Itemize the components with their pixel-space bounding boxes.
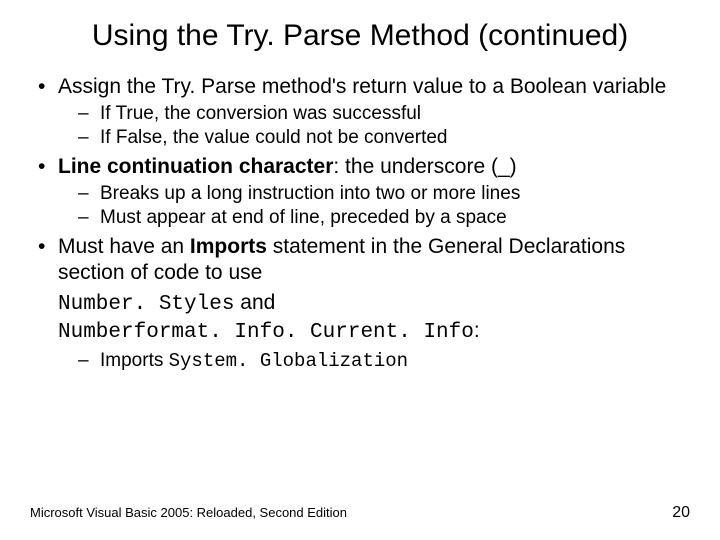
bullet-2-sub-1: Breaks up a long instruction into two or… xyxy=(78,182,690,206)
bullet-3-a: Must have an xyxy=(58,235,190,258)
code-numberstyles: Number. Styles xyxy=(58,293,234,316)
bullet-1-sub-1: If True, the conversion was successful xyxy=(78,102,690,126)
bullet-1-sub-2: If False, the value could not be convert… xyxy=(78,126,690,150)
bullet-3-b: Imports xyxy=(190,235,267,258)
footer-text: Microsoft Visual Basic 2005: Reloaded, S… xyxy=(30,505,347,520)
slide-body: Assign the Try. Parse method's return va… xyxy=(30,74,690,373)
bullet-2: Line continuation character: the undersc… xyxy=(30,154,690,230)
bullet-2-term: Line continuation character xyxy=(58,155,333,178)
code-system-globalization: System. Globalization xyxy=(169,350,408,372)
bullet-3-sub-prefix: Imports xyxy=(100,350,169,371)
bullet-1: Assign the Try. Parse method's return va… xyxy=(30,74,690,150)
code-numberformatinfo: Numberformat. Info. Current. Info xyxy=(58,321,474,344)
bullet-3-end: : xyxy=(474,319,480,342)
slide-title: Using the Try. Parse Method (continued) xyxy=(30,18,690,54)
page-number: 20 xyxy=(672,504,690,522)
bullet-3-code-block: Number. Styles and Numberformat. Info. C… xyxy=(30,290,690,373)
bullet-3-mid: and xyxy=(234,291,275,314)
bullet-2-rest: : the underscore (_) xyxy=(333,155,516,178)
slide-footer: Microsoft Visual Basic 2005: Reloaded, S… xyxy=(30,504,690,522)
bullet-3: Must have an Imports statement in the Ge… xyxy=(30,234,690,287)
bullet-3-sub-1: Imports System. Globalization xyxy=(78,349,690,374)
bullet-2-sub-2: Must appear at end of line, preceded by … xyxy=(78,206,690,230)
bullet-1-text: Assign the Try. Parse method's return va… xyxy=(58,75,666,98)
